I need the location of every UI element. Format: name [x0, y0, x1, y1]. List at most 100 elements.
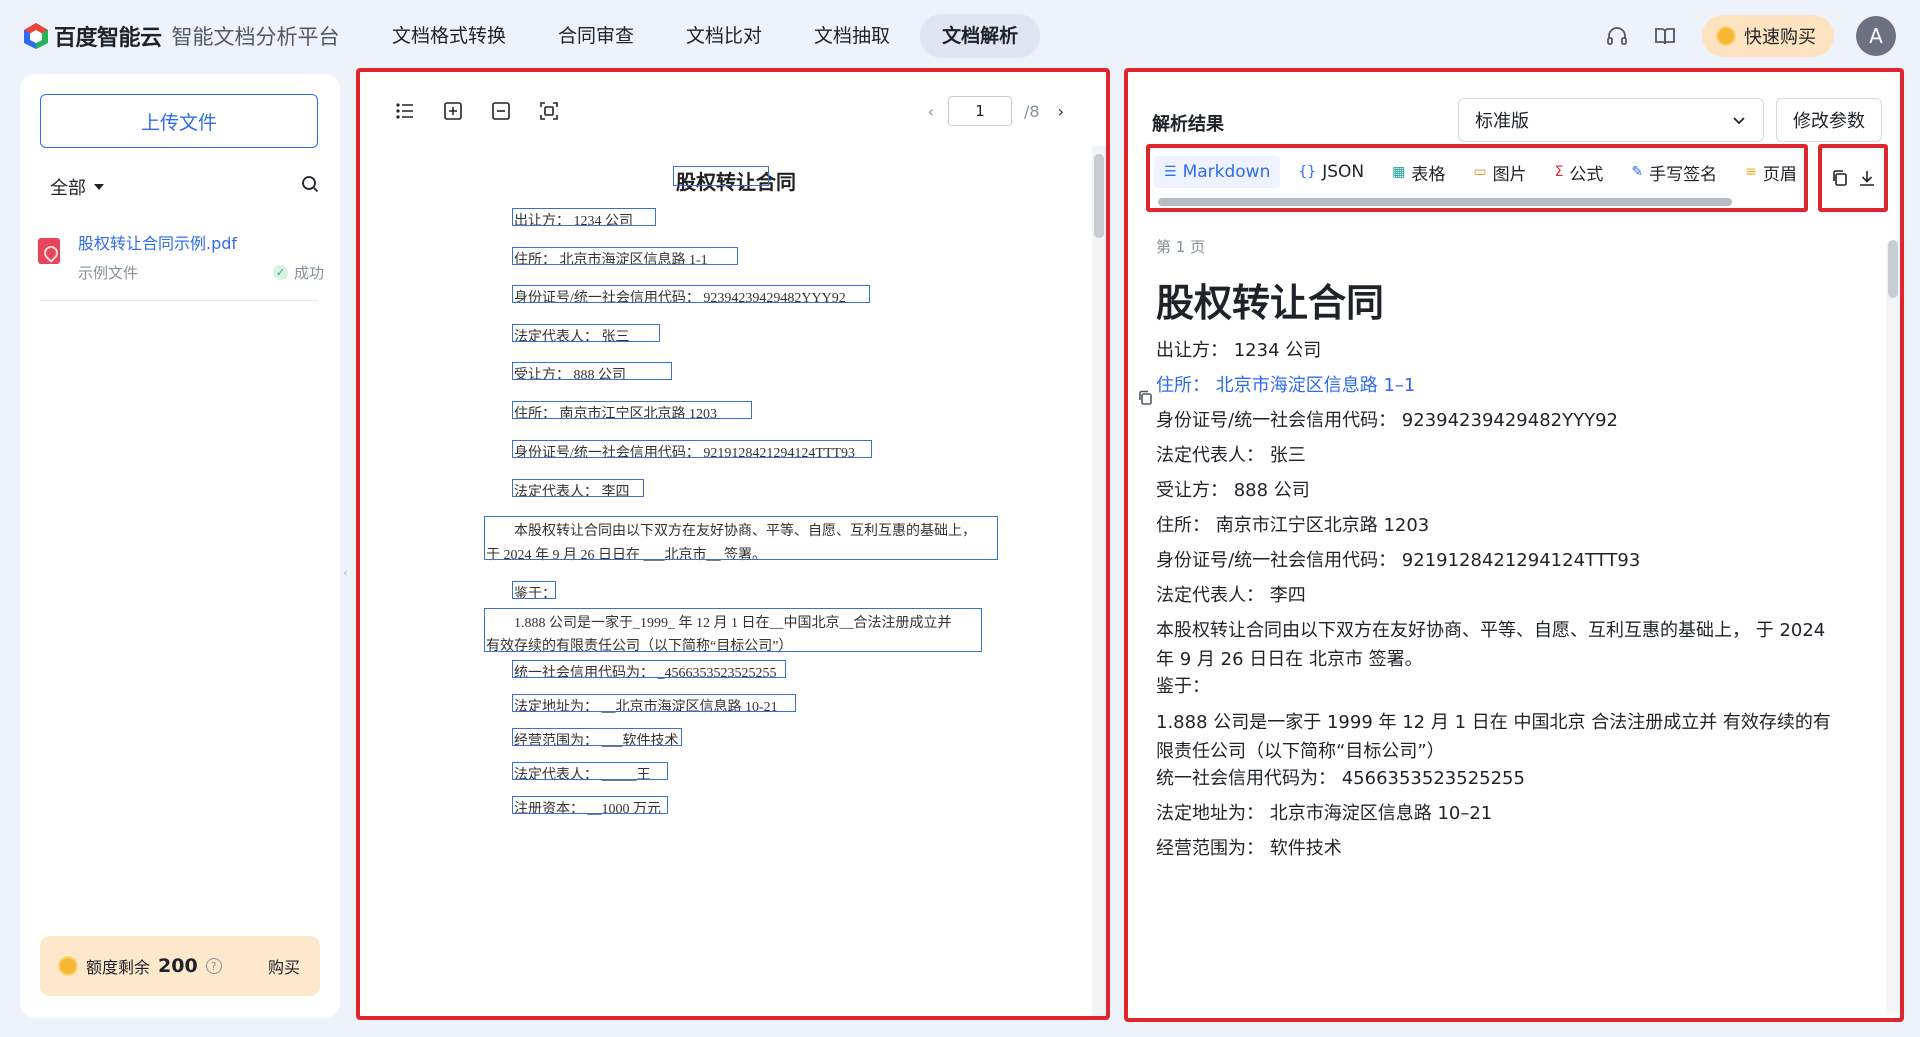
md-paragraph: 1.888 公司是一家于 1999 年 12 月 1 日在 中国北京 合法注册成… — [1156, 712, 1831, 762]
tab-label: 页眉 — [1762, 164, 1797, 185]
caret-down-icon — [94, 184, 104, 190]
tab-image[interactable]: ▭ 图片 — [1463, 156, 1536, 188]
prev-page-icon[interactable]: ‹ — [928, 102, 934, 121]
nav-doc-extract[interactable]: 文档抽取 — [792, 14, 912, 58]
image-icon: ▭ — [1473, 164, 1487, 180]
brand-logo[interactable]: 百度智能云 智能文档分析平台 — [22, 20, 340, 52]
layout-box[interactable] — [512, 440, 872, 458]
layout-box[interactable] — [484, 516, 998, 560]
zoom-out-icon[interactable] — [490, 100, 512, 122]
file-name: 股权转让合同示例.pdf — [78, 234, 238, 253]
md-line: 身份证号/统一社会信用代码： 92394239429482YYY92 — [1156, 410, 1619, 431]
layout-box[interactable] — [512, 479, 644, 497]
tab-label: Markdown — [1182, 162, 1271, 182]
result-actions — [1818, 144, 1888, 212]
outline-list-icon[interactable] — [394, 100, 416, 122]
page-number-input[interactable]: 1 — [948, 96, 1013, 126]
chevron-down-icon — [1733, 117, 1745, 125]
headset-icon[interactable] — [1602, 21, 1632, 51]
pdf-file-icon — [38, 238, 60, 264]
layout-box[interactable] — [512, 324, 660, 342]
layout-box[interactable] — [512, 401, 752, 419]
layout-box[interactable] — [512, 208, 656, 226]
layout-box[interactable] — [512, 285, 870, 303]
md-line: 住所： 南京市江宁区北京路 1203 — [1156, 515, 1430, 536]
md-line: 鉴于： — [1156, 676, 1210, 697]
result-scroll-track — [1886, 242, 1898, 1012]
md-line: 身份证号/统一社会信用代码： 9219128421294124TTT93 — [1156, 550, 1641, 571]
tab-table[interactable]: ▦ 表格 — [1382, 156, 1455, 188]
tab-header[interactable]: ≡ 页眉 — [1735, 156, 1804, 188]
check-circle-icon: ✓ — [272, 265, 288, 280]
layout-box[interactable] — [512, 728, 682, 746]
layout-box[interactable] — [512, 247, 738, 265]
cloud-logo-icon — [24, 23, 48, 49]
header-icon: ≡ — [1745, 164, 1757, 180]
markdown-preview: 第 1 页 股权转让合同 出让方： 1234 公司 住所： 北京市海淀区信息路 … — [1156, 232, 1856, 1012]
layout-box[interactable] — [484, 608, 982, 652]
doc-scroll-track — [1092, 146, 1106, 1016]
fit-screen-icon[interactable] — [538, 100, 560, 122]
quota-label: 额度剩余 — [86, 958, 151, 977]
user-avatar[interactable]: A — [1856, 16, 1896, 56]
md-line: 住所： 北京市海淀区信息路 1–1 — [1156, 375, 1416, 396]
result-format-tabs: ☰ Markdown {} JSON ▦ 表格 ▭ 图片 Σ 公式 ✎ 手写签名 ≡ 页眉 — [1146, 144, 1808, 212]
quota-buy-link[interactable]: 购买 — [268, 954, 300, 978]
page-number-label: 第 1 页 — [1156, 238, 1206, 256]
layout-box[interactable] — [512, 660, 786, 678]
nav-doc-parse[interactable]: 文档解析 — [920, 14, 1041, 58]
quick-buy-button[interactable]: 快速购买 — [1702, 15, 1834, 57]
md-paragraph: 本股权转让合同由以下双方在友好协商、平等、自愿、互利互惠的基础上， 于 2024… — [1156, 620, 1826, 670]
md-line: 受让方： 888 公司 — [1156, 480, 1310, 501]
zoom-in-icon[interactable] — [442, 100, 464, 122]
nav-doc-compare[interactable]: 文档比对 — [664, 14, 784, 58]
search-icon[interactable] — [300, 174, 320, 198]
layout-box[interactable] — [673, 166, 769, 186]
copy-icon[interactable] — [1830, 168, 1850, 188]
file-list-item[interactable]: 股权转让合同示例.pdf 示例文件 ✓ 成功 — [38, 222, 324, 290]
list-icon: ☰ — [1164, 164, 1177, 180]
layout-box[interactable] — [512, 796, 668, 814]
tab-formula[interactable]: Σ 公式 — [1545, 156, 1614, 188]
coin-icon — [58, 956, 78, 976]
nav-format-convert[interactable]: 文档格式转换 — [370, 14, 528, 58]
result-title: 解析结果 — [1152, 114, 1224, 135]
collapse-sidebar-icon[interactable]: ‹ — [343, 566, 348, 580]
main-nav: 文档格式转换 合同审查 文档比对 文档抽取 文档解析 — [370, 14, 1041, 58]
result-scrollbar[interactable] — [1888, 240, 1898, 298]
copy-line-icon[interactable] — [1136, 388, 1156, 408]
md-line: 法定代表人： 李四 — [1156, 585, 1306, 606]
modify-params-button[interactable]: 修改参数 — [1776, 98, 1882, 142]
tab-signature[interactable]: ✎ 手写签名 — [1621, 156, 1727, 188]
markdown-heading: 股权转让合同 — [1156, 281, 1385, 325]
file-type-label: 示例文件 — [78, 264, 139, 282]
help-icon[interactable]: ? — [205, 958, 222, 974]
tab-markdown[interactable]: ☰ Markdown — [1154, 156, 1281, 188]
page-total: /8 — [1024, 101, 1040, 121]
viewer-toolbar: ‹ 1 /8 › — [360, 72, 1106, 144]
file-sidebar: 上传文件 全部 股权转让合同示例.pdf 示例文件 ✓ 成功 额度剩余 200 … — [20, 74, 340, 1018]
file-status: ✓ 成功 — [272, 262, 324, 283]
nav-contract-review[interactable]: 合同审查 — [536, 14, 656, 58]
doc-scrollbar[interactable] — [1094, 154, 1104, 238]
next-page-icon[interactable]: › — [1058, 102, 1064, 121]
pdf-page: 股权转让合同 出让方： 1234 公司 住所： 北京市海淀区信息路 1-1 身份… — [370, 146, 1090, 1014]
version-select[interactable]: 标准版 — [1458, 98, 1764, 142]
file-filter-dropdown[interactable]: 全部 — [50, 174, 104, 200]
brand-name: 百度智能云 — [54, 26, 162, 51]
platform-title: 智能文档分析平台 — [171, 25, 340, 49]
tab-list: ☰ Markdown {} JSON ▦ 表格 ▭ 图片 Σ 公式 ✎ 手写签名 ≡ 页眉 — [1154, 156, 1804, 188]
tab-json[interactable]: {} JSON — [1288, 156, 1374, 188]
layout-box[interactable] — [512, 362, 672, 380]
layout-box[interactable] — [512, 694, 796, 712]
download-icon[interactable] — [1857, 168, 1877, 188]
quota-value: 200 — [158, 955, 198, 977]
book-icon[interactable] — [1650, 21, 1680, 51]
layout-box[interactable] — [512, 762, 668, 780]
tab-label: 表格 — [1411, 164, 1446, 185]
tabs-scrollbar[interactable] — [1158, 198, 1732, 206]
upload-file-button[interactable]: 上传文件 — [40, 94, 318, 148]
layout-box[interactable] — [512, 581, 556, 599]
md-line: 法定代表人： 张三 — [1156, 445, 1306, 466]
table-icon: ▦ — [1392, 164, 1406, 180]
